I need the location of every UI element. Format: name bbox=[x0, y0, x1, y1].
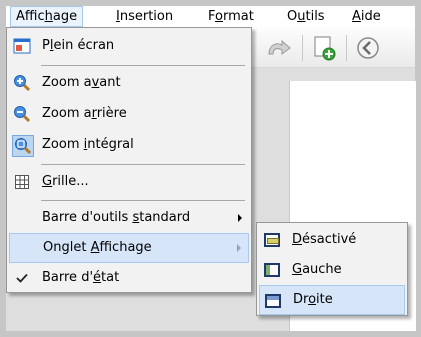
zoom-in-icon bbox=[12, 73, 32, 93]
checkmark-icon bbox=[12, 268, 32, 288]
submenu-item-droite[interactable]: Droite bbox=[259, 285, 405, 315]
menu-item-zoom-integral[interactable]: Zoom intégral bbox=[9, 130, 249, 160]
submenu-item-gauche[interactable]: Gauche bbox=[259, 255, 405, 285]
new-document-icon bbox=[314, 36, 336, 61]
onglet-affichage-submenu: Désactivé Gauche Droite bbox=[256, 222, 408, 316]
back-arrow-icon bbox=[357, 37, 379, 59]
toolbar-separator bbox=[302, 35, 303, 61]
menu-aide[interactable]: Aide bbox=[347, 6, 386, 27]
application-window: Affichage Insertion Format Outils Aide P… bbox=[6, 6, 416, 331]
grid-icon bbox=[12, 172, 32, 192]
menu-format[interactable]: Format bbox=[203, 6, 259, 27]
submenu-item-desactive[interactable]: Désactivé bbox=[259, 225, 405, 255]
back-button[interactable] bbox=[353, 33, 383, 63]
zoom-fit-icon bbox=[12, 135, 34, 157]
submenu-arrow-icon bbox=[237, 244, 241, 252]
menu-item-barre-outils-standard[interactable]: Barre d'outils standard bbox=[9, 203, 249, 233]
menu-insertion[interactable]: Insertion bbox=[111, 6, 178, 27]
fullscreen-icon bbox=[12, 36, 32, 56]
menu-item-barre-etat[interactable]: Barre d'état bbox=[9, 263, 249, 293]
menu-separator bbox=[41, 65, 245, 66]
menu-separator bbox=[41, 200, 245, 201]
zoom-out-icon bbox=[12, 104, 32, 124]
new-document-button[interactable] bbox=[310, 33, 340, 63]
toolbar-separator bbox=[346, 35, 347, 61]
menu-item-zoom-avant[interactable]: Zoom avant bbox=[9, 68, 249, 98]
redo-icon bbox=[268, 39, 291, 55]
menu-separator bbox=[41, 164, 245, 165]
tab-left-icon bbox=[262, 260, 282, 280]
menu-affichage[interactable]: Affichage bbox=[10, 6, 84, 27]
menu-bar: Affichage Insertion Format Outils Aide bbox=[6, 6, 415, 27]
menu-item-onglet-affichage[interactable]: Onglet Affichage bbox=[9, 233, 249, 263]
menu-outils[interactable]: Outils bbox=[282, 6, 330, 27]
window-frame: Affichage Insertion Format Outils Aide P… bbox=[0, 0, 421, 337]
tab-disabled-icon bbox=[262, 230, 282, 250]
menu-item-zoom-arriere[interactable]: Zoom arrière bbox=[9, 99, 249, 129]
redo-button[interactable] bbox=[264, 33, 294, 63]
tab-right-icon bbox=[263, 291, 283, 311]
menu-item-grille[interactable]: Grille... bbox=[9, 167, 249, 197]
affichage-menu: Plein écran Zoom avant Zoom arrière Zoom… bbox=[6, 27, 252, 293]
menu-item-plein-ecran[interactable]: Plein écran bbox=[9, 31, 249, 61]
submenu-arrow-icon bbox=[238, 214, 242, 222]
